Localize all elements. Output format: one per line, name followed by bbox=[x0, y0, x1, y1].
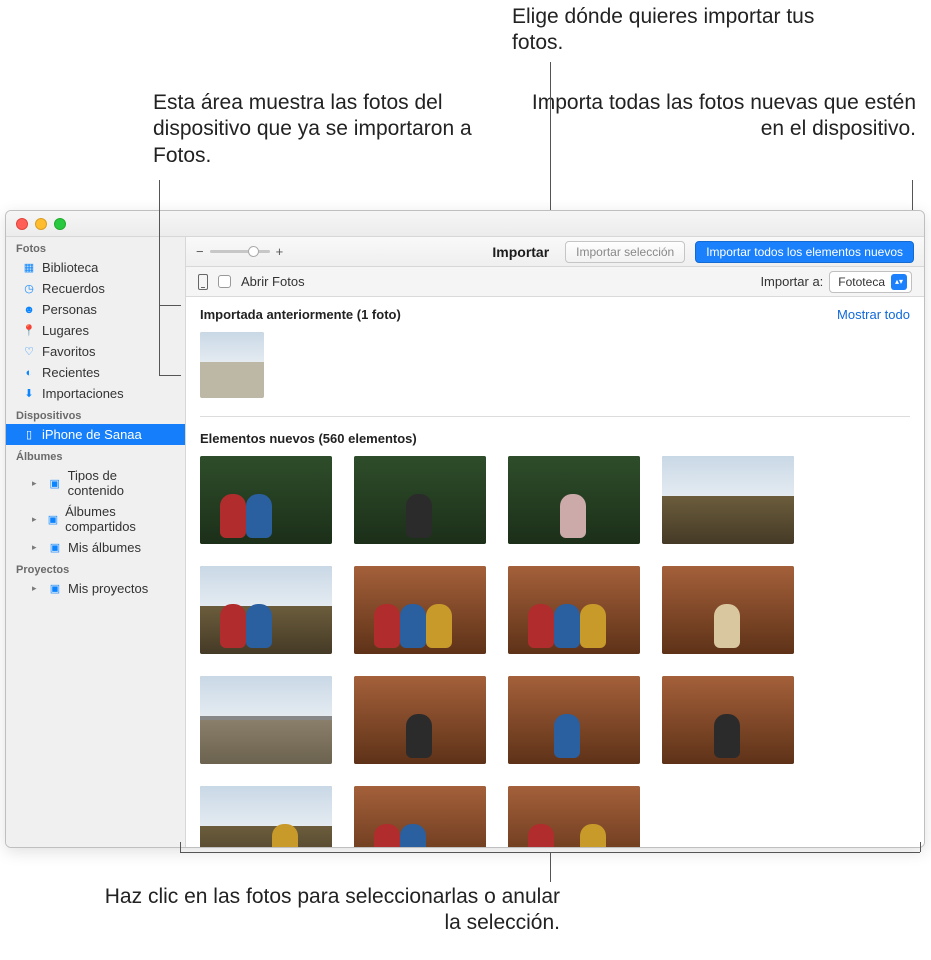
sidebar-item-my-albums[interactable]: ▸ ▣ Mis álbumes bbox=[6, 537, 185, 558]
import-selection-button[interactable]: Importar selección bbox=[565, 241, 685, 263]
import-to-select[interactable]: Fototeca ▴▾ bbox=[829, 271, 912, 293]
people-icon: ☻ bbox=[22, 304, 36, 316]
new-items-header: Elementos nuevos (560 elementos) bbox=[186, 421, 924, 452]
already-imported-header: Importada anteriormente (1 foto) Mostrar… bbox=[186, 297, 924, 328]
photo-thumbnail[interactable] bbox=[200, 786, 332, 847]
photo-thumbnail[interactable] bbox=[200, 332, 264, 398]
callout-leader-line bbox=[159, 180, 160, 375]
new-items-title: Elementos nuevos (560 elementos) bbox=[200, 431, 417, 446]
photo-thumbnail[interactable] bbox=[662, 676, 794, 764]
favorites-icon: ♡ bbox=[22, 345, 36, 358]
places-icon: 📍 bbox=[22, 324, 36, 337]
chevron-right-icon: ▸ bbox=[32, 542, 42, 553]
iphone-icon: ▯ bbox=[22, 428, 36, 441]
sidebar-item-imports[interactable]: ⬇ Importaciones bbox=[6, 383, 185, 404]
show-all-link[interactable]: Mostrar todo bbox=[837, 307, 910, 322]
open-photos-checkbox[interactable] bbox=[218, 275, 231, 288]
sidebar-item-label: Personas bbox=[42, 302, 97, 317]
photos-app-window: Fotos ▦Biblioteca ◷Recuerdos ☻Personas 📍… bbox=[5, 210, 925, 848]
callout-import-destination: Elige dónde quieres importar tus fotos. bbox=[512, 4, 852, 57]
album-icon: ▣ bbox=[48, 477, 62, 490]
project-icon: ▣ bbox=[48, 582, 62, 595]
divider bbox=[200, 416, 910, 417]
recent-icon: ◐ bbox=[22, 367, 36, 379]
chevron-right-icon: ▸ bbox=[32, 514, 41, 525]
main-content: − + Importar Importar selección Importar… bbox=[186, 237, 924, 847]
import-to-value: Fototeca bbox=[838, 275, 885, 289]
import-all-new-button[interactable]: Importar todos los elementos nuevos bbox=[695, 241, 914, 263]
photo-thumbnail[interactable] bbox=[354, 786, 486, 847]
sidebar-section-albums: Álbumes bbox=[6, 445, 185, 465]
imports-icon: ⬇ bbox=[22, 387, 36, 400]
window-maximize-button[interactable] bbox=[54, 218, 66, 230]
sidebar-item-label: Lugares bbox=[42, 323, 89, 338]
photo-thumbnail[interactable] bbox=[508, 786, 640, 847]
photo-thumbnail[interactable] bbox=[200, 566, 332, 654]
window-titlebar bbox=[6, 211, 924, 237]
sidebar-item-label: Mis proyectos bbox=[68, 581, 148, 596]
sidebar-section-devices: Dispositivos bbox=[6, 404, 185, 424]
photo-thumbnail[interactable] bbox=[508, 566, 640, 654]
sidebar-item-label: Tipos de contenido bbox=[68, 468, 175, 498]
toolbar-title: Importar bbox=[492, 244, 549, 260]
sidebar-item-label: Biblioteca bbox=[42, 260, 98, 275]
photo-thumbnail[interactable] bbox=[508, 456, 640, 544]
import-content-area: Importada anteriormente (1 foto) Mostrar… bbox=[186, 297, 924, 847]
select-chevrons-icon: ▴▾ bbox=[891, 274, 907, 290]
library-icon: ▦ bbox=[22, 261, 36, 274]
callout-leader-line bbox=[550, 852, 551, 882]
sub-toolbar: Abrir Fotos Importar a: Fototeca ▴▾ bbox=[186, 267, 924, 297]
zoom-slider[interactable]: − + bbox=[196, 244, 283, 259]
import-to-label: Importar a: bbox=[760, 274, 823, 289]
photo-thumbnail[interactable] bbox=[508, 676, 640, 764]
photo-thumbnail[interactable] bbox=[200, 456, 332, 544]
zoom-track[interactable] bbox=[210, 250, 270, 253]
already-imported-title: Importada anteriormente (1 foto) bbox=[200, 307, 401, 322]
sidebar-item-label: Favoritos bbox=[42, 344, 95, 359]
callout-leader-tick bbox=[180, 842, 181, 852]
sidebar-item-device-iphone[interactable]: ▯ iPhone de Sanaa bbox=[6, 424, 185, 445]
callout-already-imported: Esta área muestra las fotos del disposit… bbox=[153, 90, 503, 169]
device-icon bbox=[198, 274, 208, 290]
memories-icon: ◷ bbox=[22, 282, 36, 295]
toolbar: − + Importar Importar selección Importar… bbox=[186, 237, 924, 267]
photo-thumbnail[interactable] bbox=[200, 676, 332, 764]
zoom-out-icon: − bbox=[196, 244, 204, 259]
zoom-in-icon: + bbox=[276, 244, 284, 259]
callout-leader-tick bbox=[920, 842, 921, 852]
sidebar-item-label: Recuerdos bbox=[42, 281, 105, 296]
sidebar-section-projects: Proyectos bbox=[6, 558, 185, 578]
sidebar-item-my-projects[interactable]: ▸ ▣ Mis proyectos bbox=[6, 578, 185, 599]
already-imported-thumbnails bbox=[186, 328, 924, 412]
shared-album-icon: ▣ bbox=[47, 513, 59, 526]
photo-thumbnail[interactable] bbox=[354, 456, 486, 544]
sidebar-item-label: Importaciones bbox=[42, 386, 124, 401]
sidebar-item-label: Mis álbumes bbox=[68, 540, 141, 555]
sidebar-item-content-types[interactable]: ▸ ▣ Tipos de contenido bbox=[6, 465, 185, 501]
sidebar-item-shared-albums[interactable]: ▸ ▣ Álbumes compartidos bbox=[6, 501, 185, 537]
callout-leader-line bbox=[159, 305, 181, 306]
callout-select-photos: Haz clic en las fotos para seleccionarla… bbox=[100, 884, 560, 937]
callout-import-all-new: Importa todas las fotos nuevas que estén… bbox=[516, 90, 916, 143]
chevron-right-icon: ▸ bbox=[32, 583, 42, 594]
photo-thumbnail[interactable] bbox=[354, 566, 486, 654]
photo-thumbnail[interactable] bbox=[354, 676, 486, 764]
new-items-grid bbox=[186, 452, 924, 847]
photo-thumbnail[interactable] bbox=[662, 456, 794, 544]
open-photos-label: Abrir Fotos bbox=[241, 274, 305, 289]
callout-leader-line bbox=[159, 375, 181, 376]
window-close-button[interactable] bbox=[16, 218, 28, 230]
sidebar-item-label: Recientes bbox=[42, 365, 100, 380]
zoom-thumb[interactable] bbox=[248, 246, 259, 257]
sidebar-item-label: Álbumes compartidos bbox=[65, 504, 175, 534]
album-icon: ▣ bbox=[48, 541, 62, 554]
photo-thumbnail[interactable] bbox=[662, 566, 794, 654]
window-minimize-button[interactable] bbox=[35, 218, 47, 230]
sidebar-item-label: iPhone de Sanaa bbox=[42, 427, 142, 442]
chevron-right-icon: ▸ bbox=[32, 478, 42, 489]
